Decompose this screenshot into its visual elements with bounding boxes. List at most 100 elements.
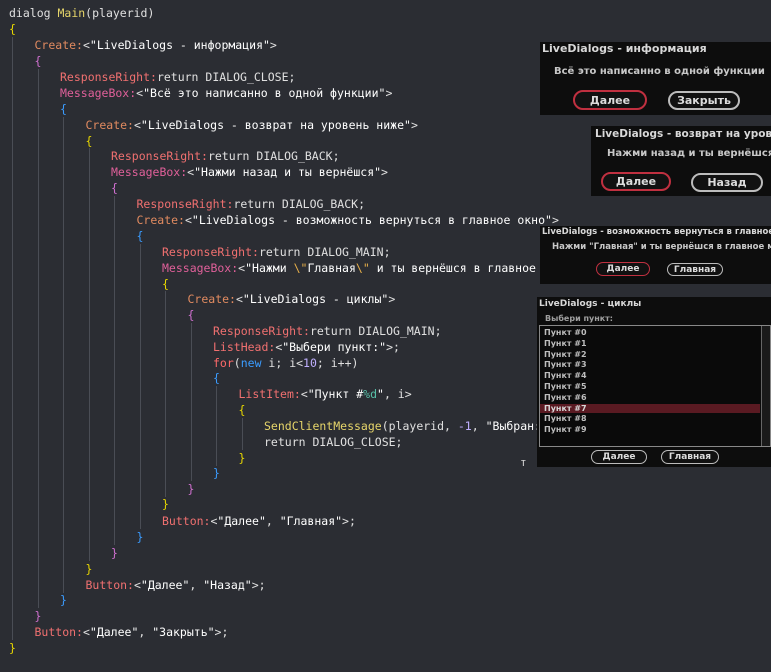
code-token: ResponseRight: <box>162 245 259 259</box>
code-token: } <box>162 497 169 511</box>
code-token: } <box>60 593 67 607</box>
list-item[interactable]: Пункт #4 <box>544 371 587 380</box>
code-token: , <box>265 514 280 528</box>
code-line: } <box>239 450 246 466</box>
dialog-title: LiveDialogs - возможность вернуться в гл… <box>542 227 771 237</box>
code-line: Create:<"LiveDialogs - информация"> <box>35 37 277 53</box>
code-token: >; <box>214 625 229 639</box>
code-token: DIALOG_CLOSE; <box>205 70 296 84</box>
list-item[interactable]: Пункт #6 <box>544 393 587 402</box>
code-token: > <box>410 118 418 132</box>
code-token: , i> <box>383 387 412 401</box>
code-token: > <box>388 292 396 306</box>
dialog-message: Нажми "Главная" и ты вернёшся в главное … <box>552 242 771 252</box>
code-line: ResponseRight:return DIALOG_MAIN; <box>213 323 442 339</box>
code-token: } <box>213 466 220 480</box>
code-token: %d <box>363 387 377 401</box>
list-item[interactable]: Пункт #3 <box>544 360 587 369</box>
main-button[interactable]: Главная <box>667 263 723 276</box>
code-token: return <box>258 245 308 259</box>
code-token: < <box>300 387 308 401</box>
close-button[interactable]: Закрыть <box>668 91 740 110</box>
next-button[interactable]: Далее <box>596 262 650 276</box>
code-token: } <box>34 609 42 623</box>
indent-guide <box>114 196 115 545</box>
code-token: { <box>187 308 195 322</box>
code-token: >; <box>342 514 356 528</box>
code-token: { <box>34 54 42 68</box>
code-line: ResponseRight:return DIALOG_MAIN; <box>162 244 391 260</box>
code-line: for(new i; i<10; i++) <box>213 355 358 371</box>
list-item[interactable]: Пункт #7 <box>540 403 760 413</box>
code-token: new <box>240 356 269 370</box>
code-line: return DIALOG_CLOSE; <box>264 434 402 450</box>
code-token: ResponseRight: <box>111 149 208 163</box>
back-button[interactable]: Назад <box>691 173 763 192</box>
code-token: "LiveDialogs - информация" <box>89 38 270 52</box>
code-token: "LiveDialogs - возврат на уровень ниже" <box>140 118 411 132</box>
code-token: < <box>133 578 141 592</box>
code-token: "Закрыть" <box>152 625 215 639</box>
scrollbar[interactable] <box>761 326 770 446</box>
code-token: } <box>187 482 195 496</box>
indent-guide <box>12 37 13 640</box>
list-item[interactable]: Пункт #0 <box>544 328 587 337</box>
code-token: DIALOG_MAIN; <box>307 245 391 259</box>
code-token: (playerid, <box>381 419 458 433</box>
code-token: ResponseRight: <box>213 324 310 338</box>
code-token: { <box>213 371 220 385</box>
code-token: SendClientMessage <box>264 419 382 433</box>
main-button[interactable]: Главная <box>661 450 719 464</box>
indent-guide <box>37 69 39 608</box>
code-token: Create: <box>34 38 83 52</box>
list-box[interactable]: Пункт #0 Пункт #1 Пункт #2 Пункт #3 Пункт #4… <box>539 325 771 447</box>
code-token: MessageBox: <box>111 165 188 179</box>
code-line: dialog Main(playerid) <box>9 5 154 21</box>
code-token: < <box>82 38 90 52</box>
code-token: { <box>162 277 169 291</box>
code-line: { <box>137 228 144 244</box>
code-token: DIALOG_BACK; <box>256 149 340 163</box>
list-item[interactable]: Пункт #5 <box>544 382 587 391</box>
code-token: < <box>184 213 192 227</box>
code-token: return <box>264 435 313 449</box>
code-token: { <box>60 102 67 116</box>
code-token: ResponseRight: <box>136 197 234 211</box>
code-line: MessageBox:<"Нажми назад и ты вернёшся"> <box>111 164 388 180</box>
code-token: < <box>82 625 90 639</box>
code-token: > <box>381 165 388 179</box>
indent-guide <box>139 244 141 529</box>
list-item[interactable]: Пункт #9 <box>544 425 587 434</box>
list-item[interactable]: Пункт #2 <box>544 350 587 359</box>
dialog-preview-info: LiveDialogs - информация Всё это написан… <box>540 42 771 115</box>
code-token: dialog <box>9 6 58 20</box>
list-item[interactable]: Пункт #1 <box>544 339 587 348</box>
indent-guide <box>216 386 217 466</box>
code-line: Button:<"Далее", "Закрыть">; <box>35 624 229 640</box>
dialog-title: LiveDialogs - информация <box>542 42 707 55</box>
next-button[interactable]: Далее <box>601 172 671 191</box>
code-line: } <box>35 608 42 624</box>
code-line: } <box>188 481 195 497</box>
code-token: return <box>309 324 359 338</box>
indent-guide <box>88 148 90 561</box>
code-token: 10 <box>303 356 317 370</box>
next-button[interactable]: Далее <box>591 450 647 464</box>
next-button[interactable]: Далее <box>573 90 647 110</box>
code-line: } <box>213 465 220 481</box>
code-token: , <box>471 419 486 433</box>
code-token: return <box>156 70 206 84</box>
code-line: Create:<"LiveDialogs - возможность верну… <box>137 212 559 228</box>
code-token: } <box>9 641 16 655</box>
code-token: { <box>9 22 16 36</box>
code-token: "Нажми назад и ты вернёшся" <box>194 165 382 179</box>
dialog-title: LiveDialogs - возврат на уровень ниже <box>595 128 771 140</box>
code-token: return <box>233 197 282 211</box>
code-line: { <box>60 101 67 117</box>
code-line: { <box>239 402 246 418</box>
code-token: } <box>111 546 118 560</box>
code-line: { <box>188 307 195 323</box>
list-item[interactable]: Пункт #8 <box>544 414 587 423</box>
code-token: "Далее" <box>140 578 190 592</box>
code-token: i; i< <box>268 356 304 370</box>
